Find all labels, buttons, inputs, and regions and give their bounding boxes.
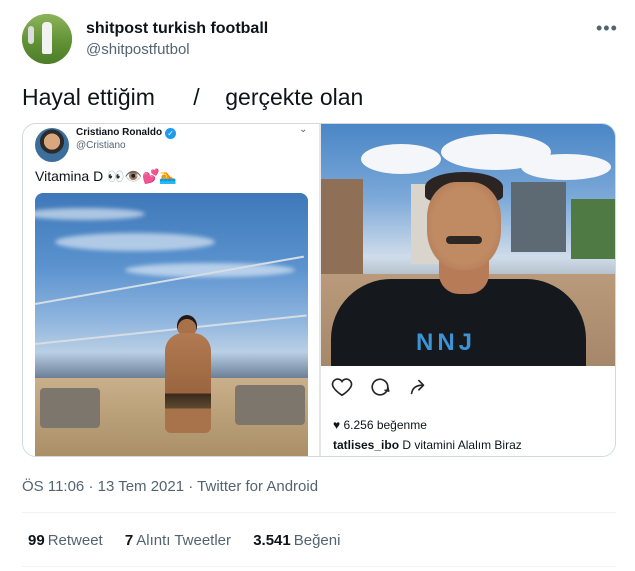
divider xyxy=(22,566,616,567)
embedded-name-text: Cristiano Ronaldo xyxy=(76,127,163,138)
more-dots-icon[interactable]: ••• xyxy=(596,18,618,39)
heart-icon[interactable] xyxy=(331,376,353,398)
chevron-down-icon: ⌄ xyxy=(299,124,308,135)
building xyxy=(571,199,615,259)
cloud xyxy=(361,144,441,174)
author-handle[interactable]: @shitpostfutbol xyxy=(86,41,190,58)
instagram-caption: tatlises_ibo D vitamini Alalım Biraz xyxy=(333,438,522,452)
likes-count: 3.541 xyxy=(253,532,291,549)
quotes-count: 7 xyxy=(124,532,134,549)
instagram-likes[interactable]: ♥ 6.256 beğenme xyxy=(333,418,427,432)
instagram-username[interactable]: tatlises_ibo xyxy=(333,438,399,452)
shirt-text: NNJ xyxy=(416,329,477,356)
instagram-photo: NNJ xyxy=(321,124,615,366)
comment-icon[interactable] xyxy=(369,376,391,398)
cloud xyxy=(125,263,295,277)
meta-dot: · xyxy=(88,478,94,495)
tweet-metadata: ÖS 11:06 · 13 Tem 2021 · Twitter for And… xyxy=(22,478,318,495)
tweet-source[interactable]: Twitter for Android xyxy=(197,478,318,495)
tweet: shitpost turkish football @shitpostfutbo… xyxy=(0,0,635,571)
share-icon[interactable] xyxy=(407,376,429,398)
retweets-count: 99 xyxy=(28,532,45,549)
tweet-text-separator: / xyxy=(193,84,200,110)
cloud xyxy=(55,233,215,251)
likes-stat[interactable]: 3.541 Beğeni xyxy=(253,532,340,549)
tweet-text-right: gerçekte olan xyxy=(225,84,364,110)
author-name[interactable]: shitpost turkish football xyxy=(86,20,268,38)
retweets-stat[interactable]: 99 Retweet xyxy=(28,532,103,549)
building xyxy=(321,179,363,274)
likes-text: 6.256 beğenme xyxy=(343,418,427,432)
avatar-figure-secondary xyxy=(28,26,34,44)
avatar-figure xyxy=(42,22,52,54)
embedded-avatar xyxy=(35,128,69,162)
heart-icon: ♥ xyxy=(333,418,341,432)
embedded-handle: @Cristiano xyxy=(76,140,126,151)
tweet-timestamp[interactable]: ÖS 11:06 xyxy=(22,478,84,495)
quotes-label: Alıntı Tweetler xyxy=(136,532,232,549)
cloud xyxy=(521,154,611,180)
verified-badge-icon: ✓ xyxy=(165,128,177,139)
likes-label: Beğeni xyxy=(293,532,341,549)
person-mustache xyxy=(446,236,482,244)
divider xyxy=(22,512,616,513)
cloud xyxy=(35,208,145,220)
embedded-text: Vitamina D 👀👁️💕🏊 xyxy=(35,168,177,184)
embedded-name: Cristiano Ronaldo ✓ xyxy=(76,127,177,139)
tweet-date[interactable]: 13 Tem 2021 xyxy=(98,478,184,495)
person-face xyxy=(427,182,501,270)
building xyxy=(511,182,566,252)
author-avatar[interactable] xyxy=(22,14,72,64)
media-left-screenshot: Cristiano Ronaldo ✓ @Cristiano ⌄ Vitamina… xyxy=(23,124,319,456)
tweet-text: Hayal ettiğim / gerçekte olan xyxy=(22,84,363,111)
cushion xyxy=(40,388,100,428)
tweet-media[interactable]: Cristiano Ronaldo ✓ @Cristiano ⌄ Vitamina… xyxy=(22,123,616,457)
tweet-stats: 99 Retweet 7 Alıntı Tweetler 3.541 Beğeni xyxy=(28,532,358,549)
embedded-photo-yacht xyxy=(35,193,308,456)
caption-text: D vitamini Alalım Biraz xyxy=(402,438,522,452)
media-right-instagram: NNJ ♥ 6.256 beğenme tatlises_ibo D vitam… xyxy=(321,124,615,456)
cushion xyxy=(235,385,305,425)
quotes-stat[interactable]: 7 Alıntı Tweetler xyxy=(125,532,231,549)
meta-dot: · xyxy=(188,478,194,495)
person-body xyxy=(165,333,211,433)
retweets-label: Retweet xyxy=(47,532,103,549)
tweet-text-left: Hayal ettiğim xyxy=(22,84,155,110)
